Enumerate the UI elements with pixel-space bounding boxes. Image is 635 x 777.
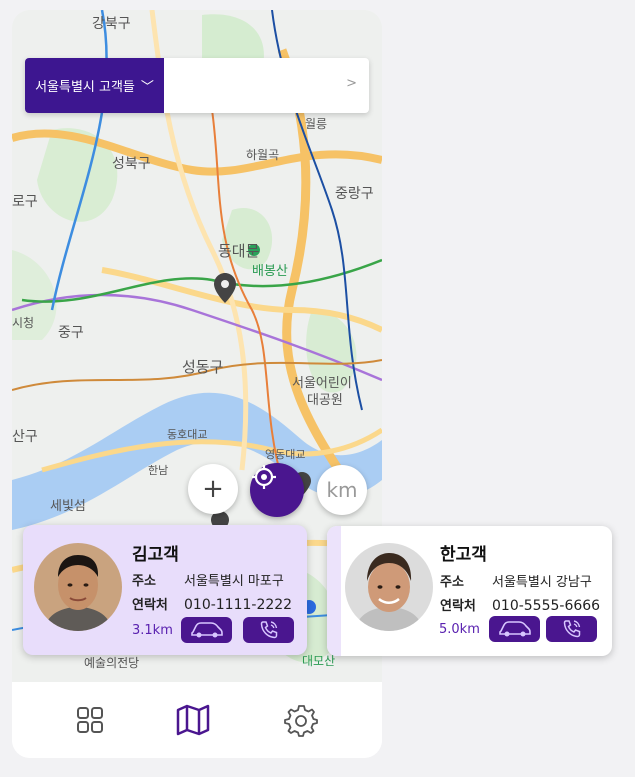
region-dropdown[interactable]: 서울특별시 고객들 ﹀ bbox=[25, 58, 164, 113]
label-children-park: 서울어린이 bbox=[292, 376, 352, 391]
navigate-button[interactable] bbox=[489, 616, 540, 642]
go-arrow-icon[interactable]: > bbox=[346, 76, 357, 91]
grid-icon bbox=[77, 707, 103, 733]
label-jung: 중구 bbox=[58, 325, 84, 341]
label-seongdong: 성동구 bbox=[182, 358, 223, 376]
settings-icon bbox=[284, 705, 318, 737]
label-baebongsan: 배봉산 bbox=[252, 264, 288, 279]
label-children-park-2: 대공원 bbox=[307, 393, 343, 408]
zoom-in-button[interactable]: + bbox=[188, 464, 238, 514]
avatar bbox=[345, 543, 433, 631]
contact-row: 연락처 010-5555-6666 bbox=[440, 595, 600, 614]
address-value: 서울특별시 강남구 bbox=[492, 575, 592, 590]
unit-label: km bbox=[326, 478, 358, 502]
car-icon bbox=[190, 622, 223, 638]
phone-value: 010-1111-2222 bbox=[184, 597, 293, 613]
distance-value: 3.1km bbox=[132, 623, 173, 638]
region-search-input[interactable]: > bbox=[164, 58, 369, 113]
label-arts-center: 예술의전당 bbox=[84, 656, 139, 670]
region-search-bar: 서울특별시 고객들 ﹀ > bbox=[25, 58, 369, 113]
locate-me-button[interactable] bbox=[250, 463, 304, 517]
phone-value: 010-5555-6666 bbox=[492, 598, 601, 614]
contact-label: 연락처 bbox=[440, 599, 476, 614]
region-dropdown-label: 서울특별시 고객들 bbox=[35, 80, 135, 95]
car-icon bbox=[498, 621, 531, 637]
address-label: 주소 bbox=[440, 575, 464, 590]
contact-label: 연락처 bbox=[132, 598, 168, 613]
contact-row: 연락처 010-1111-2222 bbox=[132, 594, 292, 613]
phone-icon bbox=[260, 621, 277, 639]
bottom-navigation bbox=[12, 682, 382, 758]
label-gangbuk: 강북구 bbox=[92, 16, 131, 32]
label-sebitseom: 세빛섬 bbox=[50, 499, 86, 514]
map-icon bbox=[176, 704, 210, 736]
navigate-button[interactable] bbox=[181, 617, 232, 643]
label-hawolgok: 하월곡 bbox=[246, 148, 279, 162]
call-button[interactable] bbox=[546, 616, 597, 642]
distance-unit-button[interactable]: km bbox=[317, 465, 367, 515]
avatar bbox=[34, 543, 122, 631]
customer-card[interactable]: 한고객 주소 서울특별시 강남구 연락처 010-5555-6666 5.0km bbox=[327, 526, 612, 656]
customer-card[interactable]: 김고객 주소 서울특별시 마포구 연락처 010-1111-2222 3.1km bbox=[23, 525, 307, 655]
nav-map-button[interactable] bbox=[173, 700, 213, 740]
crosshair-icon bbox=[252, 465, 276, 489]
address-row: 주소 서울특별시 강남구 bbox=[440, 571, 592, 590]
customer-name: 김고객 bbox=[132, 545, 179, 565]
label-wolgye: 월릉 bbox=[305, 117, 327, 131]
address-row: 주소 서울특별시 마포구 bbox=[132, 570, 284, 589]
chevron-down-icon: ﹀ bbox=[140, 80, 154, 95]
label-daemosan: 대모산 bbox=[302, 654, 335, 668]
nav-grid-button[interactable] bbox=[70, 700, 110, 740]
label-jungnang: 중랑구 bbox=[335, 186, 374, 202]
call-button[interactable] bbox=[243, 617, 294, 643]
phone-icon bbox=[563, 620, 580, 638]
nav-settings-button[interactable] bbox=[281, 700, 321, 740]
address-value: 서울특별시 마포구 bbox=[184, 574, 284, 589]
screen: 강북구 성북구 중랑구 동대문 배봉산 로구 중구 성동구 서울어린이 대공원 … bbox=[0, 0, 635, 777]
label-city-hall: 시청 bbox=[12, 316, 34, 330]
label-yeongdong: 영동대교 bbox=[265, 448, 305, 461]
plus-icon: + bbox=[202, 474, 224, 504]
label-hannam: 한남 bbox=[148, 464, 168, 477]
customer-name: 한고객 bbox=[440, 545, 487, 565]
label-gu-left: 로구 bbox=[12, 194, 38, 210]
label-yongsan: 산구 bbox=[12, 429, 38, 445]
label-seongbuk: 성북구 bbox=[112, 156, 151, 172]
label-dongdaemun: 동대문 bbox=[218, 242, 260, 260]
label-dongho: 동호대교 bbox=[167, 428, 207, 441]
address-label: 주소 bbox=[132, 574, 156, 589]
distance-value: 5.0km bbox=[439, 622, 480, 637]
